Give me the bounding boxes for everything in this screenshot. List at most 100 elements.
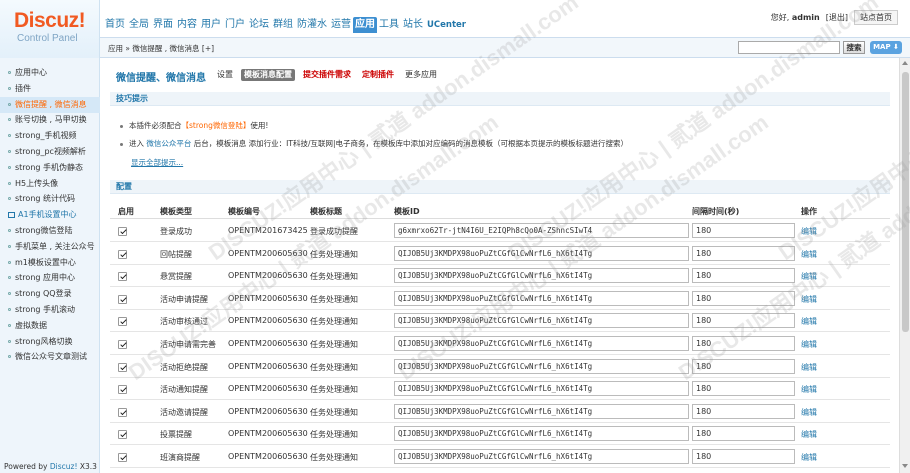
scroll-thumb[interactable] [902, 72, 909, 332]
nav-item-10[interactable]: 应用 [353, 17, 377, 33]
page-tab-2[interactable]: 提交插件需求 [300, 69, 354, 81]
scrollbar[interactable] [899, 58, 910, 473]
edit-link[interactable]: 编辑 [801, 226, 817, 237]
template-id-input[interactable]: QIJOB5Uj3KMDPX98uoPuZtCGfGlCwNrfL6_hX6tI… [394, 358, 689, 374]
sidebar-item-7[interactable]: H5上传头像 [0, 176, 100, 192]
template-id-input[interactable]: QIJOB5Uj3KMDPX98uoPuZtCGfGlCwNrfL6_hX6tI… [394, 290, 689, 306]
interval-input[interactable]: 180 [692, 268, 795, 284]
nav-item-13[interactable]: UCenter [425, 17, 468, 33]
interval-input[interactable]: 180 [692, 223, 795, 238]
sidebar-item-3[interactable]: 账号切换 , 马甲切换 [0, 112, 100, 128]
edit-link[interactable]: 编辑 [801, 294, 817, 305]
nav-item-4[interactable]: 用户 [199, 17, 223, 33]
interval-input[interactable]: 180 [692, 313, 795, 329]
edit-link[interactable]: 编辑 [801, 339, 817, 350]
tip-line-1: 本插件必须配合【strong微信登陆】使用! [120, 120, 268, 131]
sidebar-item-17[interactable]: strong风格切换 [0, 334, 100, 350]
sidebar-item-12[interactable]: m1模板设置中心 [0, 255, 100, 271]
nav-item-12[interactable]: 站长 [401, 17, 425, 33]
sidebar-item-label: A1手机设置中心 [18, 210, 77, 220]
nav-item-2[interactable]: 界面 [151, 17, 175, 33]
sidebar-item-14[interactable]: strong QQ登录 [0, 286, 100, 302]
enable-checkbox[interactable] [118, 340, 127, 349]
nav-item-8[interactable]: 防灌水 [295, 17, 329, 33]
sidebar-item-6[interactable]: strong 手机伪静态 [0, 160, 100, 176]
sidebar-item-5[interactable]: strong_pc视频解析 [0, 144, 100, 160]
logout-link[interactable]: [退出] [826, 12, 848, 23]
strong-wechat-login-link[interactable]: 【strong微信登陆】 [182, 121, 251, 130]
sidebar-item-1[interactable]: 插件 [0, 81, 100, 97]
enable-checkbox[interactable] [118, 294, 127, 304]
logo-text: Discuz! [14, 9, 86, 32]
template-id-input[interactable]: QIJOB5Uj3KMDPX98uoPuZtCGfGlCwNrfL6_hX6tI… [394, 426, 689, 442]
sidebar-item-9[interactable]: A1手机设置中心 [0, 207, 100, 223]
edit-link[interactable]: 编辑 [801, 271, 817, 282]
enable-checkbox[interactable] [118, 317, 127, 327]
page-tab-4[interactable]: 更多应用 [402, 69, 440, 81]
template-id-input[interactable]: QIJOB5Uj3KMDPX98uoPuZtCGfGlCwNrfL6_hX6tI… [394, 336, 689, 351]
nav-item-0[interactable]: 首页 [103, 17, 127, 33]
template-id-input[interactable]: QIJOB5Uj3KMDPX98uoPuZtCGfGlCwNrfL6_hX6tI… [394, 449, 689, 464]
sidebar-item-18[interactable]: 微信公众号文章测试 [0, 349, 100, 365]
sidebar-item-2[interactable]: 微信提醒 , 微信消息 [0, 96, 100, 113]
template-id-input[interactable]: QIJOB5Uj3KMDPX98uoPuZtCGfGlCwNrfL6_hX6tI… [394, 403, 689, 419]
edit-link[interactable]: 编辑 [801, 384, 817, 395]
enable-checkbox[interactable] [118, 430, 127, 440]
interval-input[interactable]: 180 [692, 381, 795, 397]
site-home-button[interactable]: 站点首页 [854, 10, 898, 25]
column-header-4: 模板ID [394, 207, 420, 216]
interval-input[interactable]: 180 [692, 426, 795, 442]
nav-item-1[interactable]: 全局 [127, 17, 151, 33]
interval-input[interactable]: 180 [692, 403, 795, 419]
edit-link[interactable]: 编辑 [801, 249, 817, 260]
nav-item-3[interactable]: 内容 [175, 17, 199, 33]
enable-checkbox[interactable] [118, 407, 127, 417]
template-id-input[interactable]: QIJOB5Uj3KMDPX98uoPuZtCGfGlCwNrfL6_hX6tI… [394, 381, 689, 397]
edit-link[interactable]: 编辑 [801, 316, 817, 327]
template-id-input[interactable]: QIJOB5Uj3KMDPX98uoPuZtCGfGlCwNrfL6_hX6tI… [394, 268, 689, 284]
sidebar-item-10[interactable]: strong微信登陆 [0, 223, 100, 239]
nav-item-6[interactable]: 论坛 [247, 17, 271, 33]
search-input[interactable] [738, 41, 840, 54]
enable-checkbox[interactable] [118, 249, 127, 259]
edit-link[interactable]: 编辑 [801, 362, 817, 373]
interval-input[interactable]: 180 [692, 245, 795, 261]
search-button[interactable]: 搜索 [843, 41, 865, 54]
edit-link[interactable]: 编辑 [801, 429, 817, 440]
sidebar-item-11[interactable]: 手机菜单 , 关注公众号 [0, 239, 100, 255]
page-tab-0[interactable]: 设置 [214, 69, 236, 81]
enable-checkbox[interactable] [118, 453, 127, 462]
page-tab-3[interactable]: 定制插件 [359, 69, 397, 81]
page-tab-1[interactable]: 模板消息配置 [241, 69, 295, 81]
sidebar-item-15[interactable]: strong 手机滚动 [0, 302, 100, 318]
template-id-input[interactable]: QIJOB5Uj3KMDPX98uoPuZtCGfGlCwNrfL6_hX6tI… [394, 313, 689, 329]
interval-input[interactable]: 180 [692, 358, 795, 374]
scroll-down-icon[interactable] [902, 464, 908, 468]
enable-checkbox[interactable] [118, 227, 127, 236]
nav-item-9[interactable]: 运营 [329, 17, 353, 33]
enable-checkbox[interactable] [118, 362, 127, 372]
interval-input[interactable]: 180 [692, 290, 795, 306]
template-id-input[interactable]: QIJOB5Uj3KMDPX98uoPuZtCGfGlCwNrfL6_hX6tI… [394, 245, 689, 261]
nav-item-5[interactable]: 门户 [223, 17, 247, 33]
sidebar-item-0[interactable]: 应用中心 [0, 65, 100, 81]
show-all-tips-link[interactable]: 显示全部提示... [131, 157, 183, 168]
template-code: OPENTM200605630 [228, 429, 308, 439]
sidebar-item-8[interactable]: strong 统计代码 [0, 191, 100, 207]
edit-link[interactable]: 编辑 [801, 407, 817, 418]
nav-item-11[interactable]: 工具 [377, 17, 401, 33]
sidebar-item-4[interactable]: strong_手机视频 [0, 128, 100, 144]
nav-item-7[interactable]: 群组 [271, 17, 295, 33]
edit-link[interactable]: 编辑 [801, 452, 817, 463]
interval-input[interactable]: 180 [692, 336, 795, 351]
map-button[interactable]: MAP ⬇ [870, 41, 902, 54]
scroll-up-icon[interactable] [902, 61, 908, 65]
wechat-platform-link[interactable]: 微信公众平台 [146, 139, 191, 148]
interval-input[interactable]: 180 [692, 449, 795, 464]
enable-checkbox[interactable] [118, 385, 127, 395]
template-code: OPENTM200605630 [228, 339, 308, 348]
sidebar-item-16[interactable]: 虚拟数据 [0, 318, 100, 334]
sidebar-item-13[interactable]: strong 应用中心 [0, 270, 100, 286]
enable-checkbox[interactable] [118, 272, 127, 282]
template-id-input[interactable]: g6xmrxo62Tr-jtN4I6U_E2IQPh8cQo0A-ZShncSI… [394, 223, 689, 238]
